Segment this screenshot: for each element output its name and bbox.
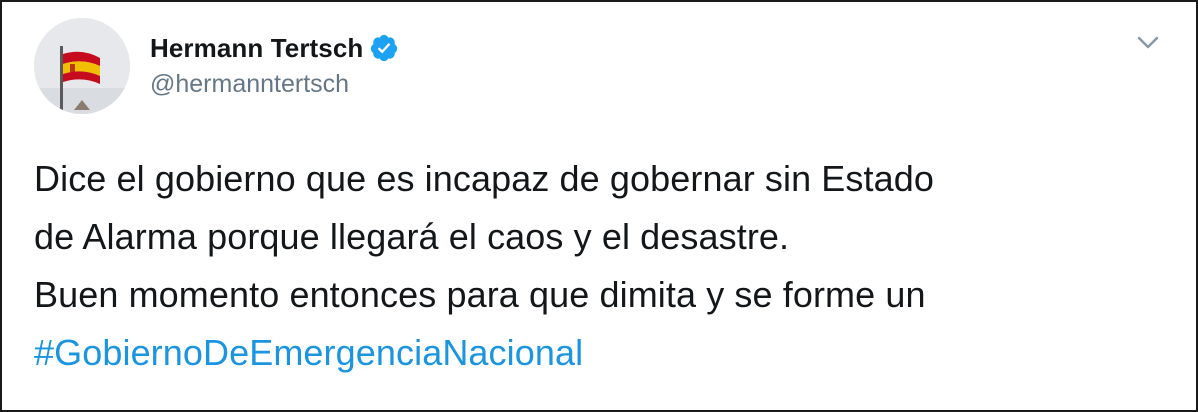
tweet-text: Dice el gobierno que es incapaz de gober…	[34, 150, 1166, 382]
tweet-text-line: Dice el gobierno que es incapaz de gober…	[34, 158, 934, 199]
tweet-text-line: Buen momento entonces para que dimita y …	[34, 274, 926, 315]
author-display-name[interactable]: Hermann Tertsch	[150, 33, 363, 64]
tweet-card: Hermann Tertsch @hermanntertsch Dice el …	[0, 0, 1198, 412]
chevron-down-icon[interactable]	[1134, 30, 1162, 54]
verified-badge-icon	[369, 33, 399, 63]
name-row: Hermann Tertsch	[150, 28, 399, 68]
author-handle[interactable]: @hermanntertsch	[150, 70, 399, 99]
tweet-header: Hermann Tertsch @hermanntertsch	[150, 28, 399, 99]
spanish-flag-avatar-icon	[34, 18, 130, 114]
avatar[interactable]	[34, 18, 130, 114]
tweet-text-line: de Alarma porque llegará el caos y el de…	[34, 216, 790, 257]
hashtag-link[interactable]: #GobiernoDeEmergenciaNacional	[34, 332, 583, 373]
